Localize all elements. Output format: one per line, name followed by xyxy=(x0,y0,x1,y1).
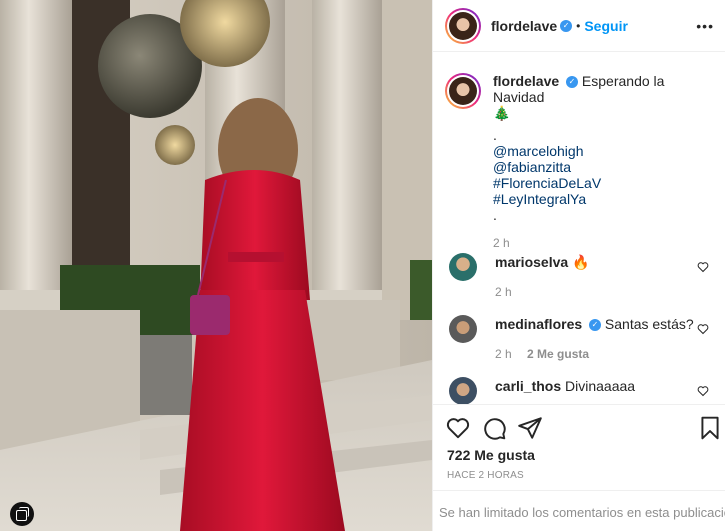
comment-like-icon[interactable] xyxy=(697,261,709,273)
comments-list[interactable]: flordelave ✓ Esperando la Navidad 🎄 . @m… xyxy=(433,53,725,405)
carousel-icon xyxy=(10,502,34,526)
post-actions xyxy=(433,405,725,453)
bookmark-icon[interactable] xyxy=(697,415,723,441)
commenter-avatar[interactable] xyxy=(449,377,477,404)
hashtag-link[interactable]: #FlorenciaDeLaV xyxy=(493,175,713,191)
comment-text: Santas estás? xyxy=(604,316,694,332)
comment-time[interactable]: 2 h xyxy=(495,285,512,299)
caption-body: flordelave ✓ Esperando la Navidad 🎄 . @m… xyxy=(493,73,713,251)
post-photo[interactable] xyxy=(0,0,432,531)
author-avatar[interactable] xyxy=(445,7,481,44)
post-image xyxy=(0,0,432,531)
comment-icon[interactable] xyxy=(481,415,507,441)
comment-item: medinaflores ✓ Santas estás? 2 h 2 Me gu… xyxy=(445,315,715,363)
comment-like-icon[interactable] xyxy=(697,385,709,397)
post-timestamp[interactable]: HACE 2 HORAS xyxy=(447,470,524,481)
caption-dot: . xyxy=(493,207,497,223)
author-username[interactable]: flordelave xyxy=(491,18,557,34)
separator-dot: • xyxy=(576,18,581,33)
mention-link[interactable]: @fabianzitta xyxy=(493,159,713,175)
post-sidebar: flordelave ✓ • Seguir ••• flordelave ✓ E… xyxy=(432,0,725,531)
commenter-avatar[interactable] xyxy=(449,253,477,281)
caption-dot: . xyxy=(493,127,497,143)
comment-like-icon[interactable] xyxy=(697,323,709,335)
tree-emoji: 🎄 xyxy=(493,105,511,121)
caption-avatar[interactable] xyxy=(445,73,481,109)
verified-icon: ✓ xyxy=(560,19,573,32)
fire-emoji: 🔥 xyxy=(572,254,590,270)
likes-count[interactable]: 722 Me gusta xyxy=(447,447,535,463)
comment-username[interactable]: marioselva xyxy=(495,254,568,270)
verified-icon: ✓ xyxy=(566,76,579,89)
post-caption: flordelave ✓ Esperando la Navidad 🎄 . @m… xyxy=(445,73,715,251)
heart-icon[interactable] xyxy=(445,415,471,441)
caption-username[interactable]: flordelave xyxy=(493,73,559,89)
more-options-icon[interactable]: ••• xyxy=(696,18,714,34)
follow-button[interactable]: Seguir xyxy=(584,18,628,34)
comment-username[interactable]: carli_thos xyxy=(495,378,561,394)
caption-time[interactable]: 2 h xyxy=(493,235,713,251)
verified-icon: ✓ xyxy=(589,319,602,332)
comment-time[interactable]: 2 h xyxy=(495,347,512,361)
commenter-avatar[interactable] xyxy=(449,315,477,343)
mention-link[interactable]: @marcelohigh xyxy=(493,143,713,159)
comment-username[interactable]: medinaflores xyxy=(495,316,582,332)
post-header: flordelave ✓ • Seguir ••• xyxy=(433,0,725,52)
comments-limited-notice: Se han limitado los comentarios en esta … xyxy=(433,490,725,531)
share-icon[interactable] xyxy=(517,415,543,441)
comment-item: carli_thos Divinaaaaa xyxy=(445,377,715,404)
comment-likes[interactable]: 2 Me gusta xyxy=(527,347,589,361)
comment-item: marioselva 🔥 2 h xyxy=(445,253,715,301)
comment-text: Divinaaaaa xyxy=(565,378,636,394)
hashtag-link[interactable]: #LeyIntegralYa xyxy=(493,191,713,207)
